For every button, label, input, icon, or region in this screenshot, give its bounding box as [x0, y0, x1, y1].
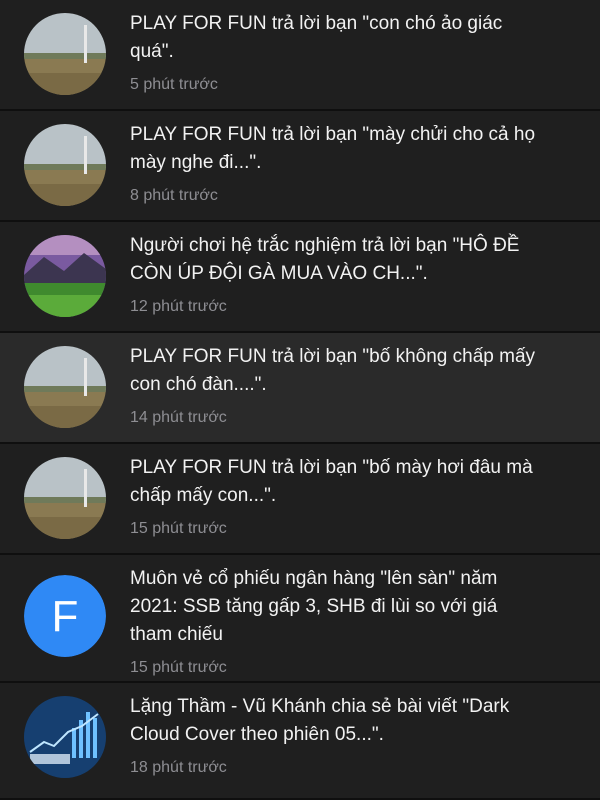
notification-item[interactable]: PLAY FOR FUN trả lời bạn "bố không chấp … [0, 333, 600, 444]
notification-item[interactable]: PLAY FOR FUN trả lời bạn "con chó ảo giá… [0, 0, 600, 111]
notification-list: PLAY FOR FUN trả lời bạn "con chó ảo giá… [0, 0, 600, 800]
field-photo-avatar [24, 346, 106, 428]
landscape-photo-avatar [24, 235, 106, 317]
field-photo-avatar [24, 13, 106, 95]
notification-text: PLAY FOR FUN trả lời bạn "bố mày hơi đâu… [130, 457, 533, 506]
notification-item[interactable]: Lặng Thầm - Vũ Khánh chia sẻ bài viết "D… [0, 683, 600, 800]
notification-time: 15 phút trước [130, 520, 227, 537]
notification-text: PLAY FOR FUN trả lời bạn "con chó ảo giá… [130, 13, 503, 62]
letter-avatar: F [24, 575, 106, 657]
field-photo-avatar [24, 124, 106, 206]
avatar-letter: F [52, 592, 79, 641]
notification-text: Muôn vẻ cổ phiếu ngân hàng "lên sàn" năm… [130, 568, 498, 645]
notification-time: 15 phút trước [130, 659, 227, 676]
notification-text: Người chơi hệ trắc nghiệm trả lời bạn "H… [130, 235, 520, 284]
notification-item[interactable]: Người chơi hệ trắc nghiệm trả lời bạn "H… [0, 222, 600, 333]
notification-text: PLAY FOR FUN trả lời bạn "mày chửi cho c… [130, 124, 536, 173]
notification-time: 14 phút trước [130, 409, 227, 426]
notification-item[interactable]: F Muôn vẻ cổ phiếu ngân hàng "lên sàn" n… [0, 555, 600, 683]
notification-time: 8 phút trước [130, 187, 218, 204]
chart-photo-avatar [24, 696, 106, 778]
notification-text: Lặng Thầm - Vũ Khánh chia sẻ bài viết "D… [130, 696, 510, 745]
notification-item[interactable]: PLAY FOR FUN trả lời bạn "mày chửi cho c… [0, 111, 600, 222]
notification-time: 18 phút trước [130, 759, 227, 776]
notification-time: 12 phút trước [130, 298, 227, 315]
notification-text: PLAY FOR FUN trả lời bạn "bố không chấp … [130, 346, 536, 395]
notification-time: 5 phút trước [130, 76, 218, 93]
field-photo-avatar [24, 457, 106, 539]
notification-item[interactable]: PLAY FOR FUN trả lời bạn "bố mày hơi đâu… [0, 444, 600, 555]
